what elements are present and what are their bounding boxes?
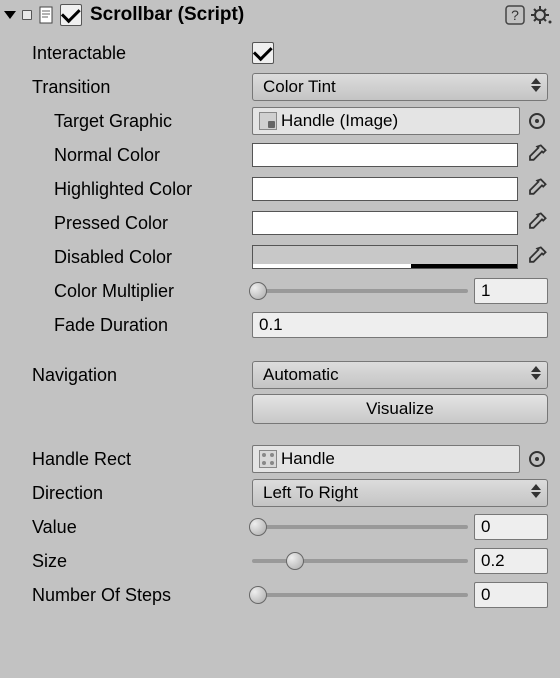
value-slider[interactable] xyxy=(252,525,468,529)
size-slider[interactable] xyxy=(252,559,468,563)
help-icon[interactable]: ? xyxy=(504,4,526,26)
handle-rect-label: Handle Rect xyxy=(10,449,252,470)
visualize-button[interactable]: Visualize xyxy=(252,394,548,424)
svg-text:?: ? xyxy=(511,7,519,23)
color-multiplier-field[interactable]: 1 xyxy=(474,278,548,304)
handle-rect-field[interactable]: Handle xyxy=(252,445,520,473)
eyedropper-icon[interactable] xyxy=(524,143,548,167)
normal-color-field[interactable] xyxy=(252,143,518,167)
eyedropper-icon[interactable] xyxy=(524,211,548,235)
highlighted-color-field[interactable] xyxy=(252,177,518,201)
prefab-override-icon xyxy=(22,10,32,20)
target-graphic-label: Target Graphic xyxy=(10,111,252,132)
recttransform-icon xyxy=(259,450,277,468)
target-graphic-field[interactable]: Handle (Image) xyxy=(252,107,520,135)
number-of-steps-slider[interactable] xyxy=(252,593,468,597)
direction-value: Left To Right xyxy=(263,483,358,503)
disabled-alpha-fill xyxy=(253,264,411,268)
object-picker-icon[interactable] xyxy=(526,110,548,132)
object-picker-icon[interactable] xyxy=(526,448,548,470)
highlighted-color-label: Highlighted Color xyxy=(10,179,252,200)
size-label: Size xyxy=(10,551,252,572)
direction-dropdown[interactable]: Left To Right xyxy=(252,479,548,507)
pressed-color-label: Pressed Color xyxy=(10,213,252,234)
image-icon xyxy=(259,112,277,130)
disabled-color-label: Disabled Color xyxy=(10,247,252,268)
foldout-arrow-icon[interactable] xyxy=(4,11,16,19)
component-title: Scrollbar (Script) xyxy=(86,4,500,26)
handle-rect-value: Handle xyxy=(281,449,335,469)
navigation-value: Automatic xyxy=(263,365,339,385)
component-enabled-checkbox[interactable] xyxy=(60,4,82,26)
value-label: Value xyxy=(10,517,252,538)
fade-duration-label: Fade Duration xyxy=(10,315,252,336)
disabled-color-field[interactable] xyxy=(252,245,518,269)
interactable-label: Interactable xyxy=(10,43,252,64)
eyedropper-icon[interactable] xyxy=(524,245,548,269)
pressed-color-field[interactable] xyxy=(252,211,518,235)
gear-icon[interactable] xyxy=(530,4,552,26)
navigation-label: Navigation xyxy=(10,365,252,386)
color-multiplier-label: Color Multiplier xyxy=(10,281,252,302)
number-of-steps-field[interactable]: 0 xyxy=(474,582,548,608)
component-header: Scrollbar (Script) ? xyxy=(4,0,556,30)
navigation-dropdown[interactable]: Automatic xyxy=(252,361,548,389)
fade-duration-field[interactable]: 0.1 xyxy=(252,312,548,338)
value-field[interactable]: 0 xyxy=(474,514,548,540)
transition-label: Transition xyxy=(10,77,252,98)
number-of-steps-label: Number Of Steps xyxy=(10,585,252,606)
normal-color-label: Normal Color xyxy=(10,145,252,166)
interactable-checkbox[interactable] xyxy=(252,42,274,64)
color-multiplier-slider[interactable] xyxy=(252,289,468,293)
transition-dropdown[interactable]: Color Tint xyxy=(252,73,548,101)
target-graphic-value: Handle (Image) xyxy=(281,111,398,131)
size-field[interactable]: 0.2 xyxy=(474,548,548,574)
transition-value: Color Tint xyxy=(263,77,336,97)
direction-label: Direction xyxy=(10,483,252,504)
script-icon xyxy=(38,6,56,24)
eyedropper-icon[interactable] xyxy=(524,177,548,201)
